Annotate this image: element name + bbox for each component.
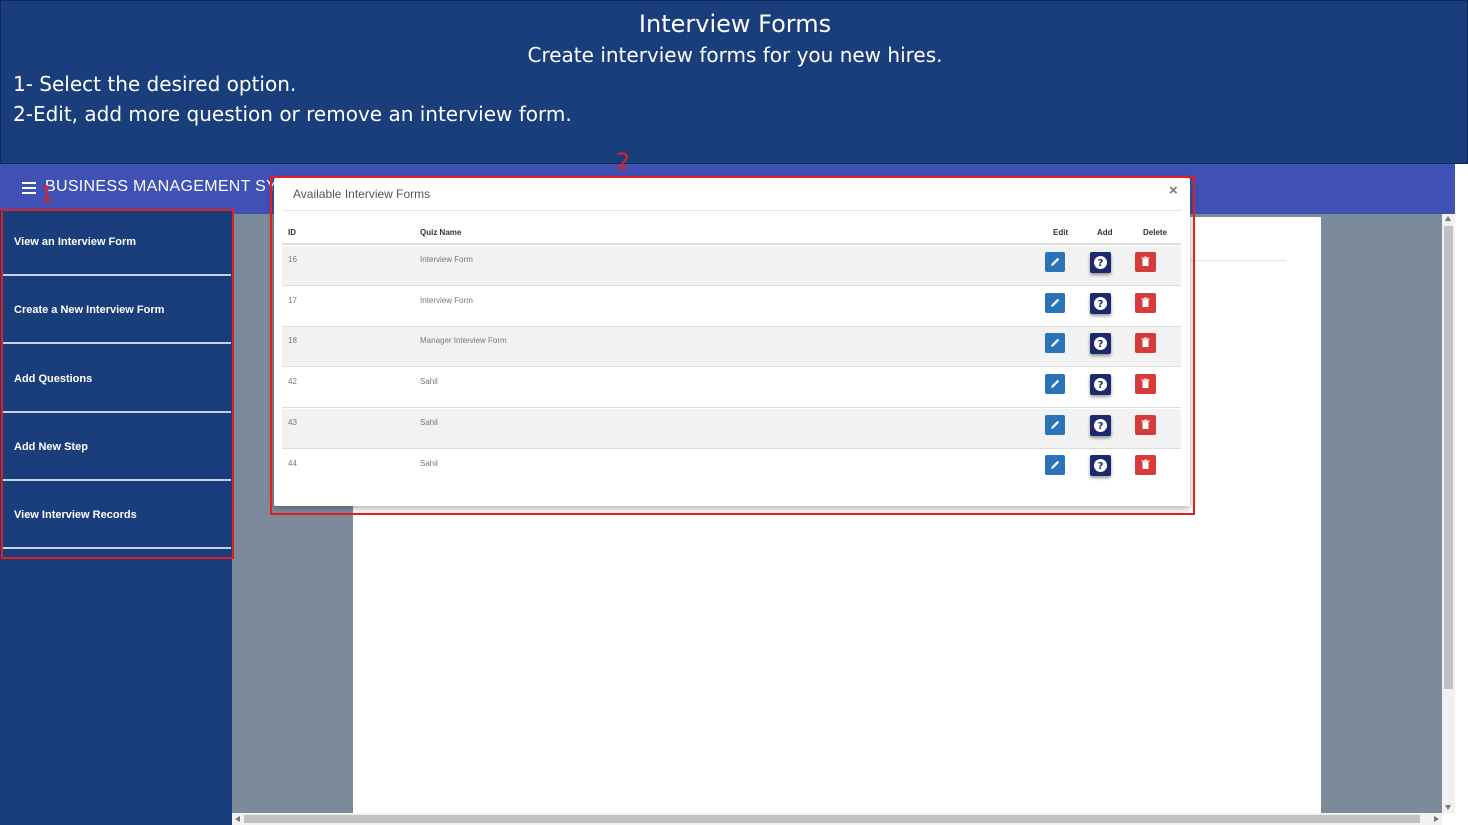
content-divider xyxy=(1190,260,1286,261)
instruction-banner: Interview Forms Create interview forms f… xyxy=(0,0,1468,164)
annotation-box-2 xyxy=(270,176,1195,515)
vertical-scrollbar[interactable] xyxy=(1442,214,1455,813)
horizontal-scrollbar[interactable] xyxy=(232,813,1442,825)
annotation-box-1 xyxy=(1,209,234,559)
banner-subtitle: Create interview forms for you new hires… xyxy=(527,43,943,67)
vertical-scroll-thumb[interactable] xyxy=(1444,226,1453,689)
scroll-left-icon[interactable] xyxy=(235,816,240,822)
horizontal-scroll-thumb[interactable] xyxy=(244,815,1420,823)
scroll-up-icon[interactable] xyxy=(1445,216,1451,221)
scroll-right-icon[interactable] xyxy=(1434,816,1439,822)
banner-step-1: 1- Select the desired option. xyxy=(13,72,297,96)
scroll-down-icon[interactable] xyxy=(1445,805,1451,810)
hamburger-menu-icon[interactable] xyxy=(22,182,36,194)
annotation-number-2: 2 xyxy=(616,150,630,175)
banner-title: Interview Forms xyxy=(638,10,832,38)
app-title: BUSINESS MANAGEMENT SYS xyxy=(45,178,289,195)
annotation-number-1: 1 xyxy=(40,183,54,208)
banner-step-2: 2-Edit, add more question or remove an i… xyxy=(13,102,572,126)
